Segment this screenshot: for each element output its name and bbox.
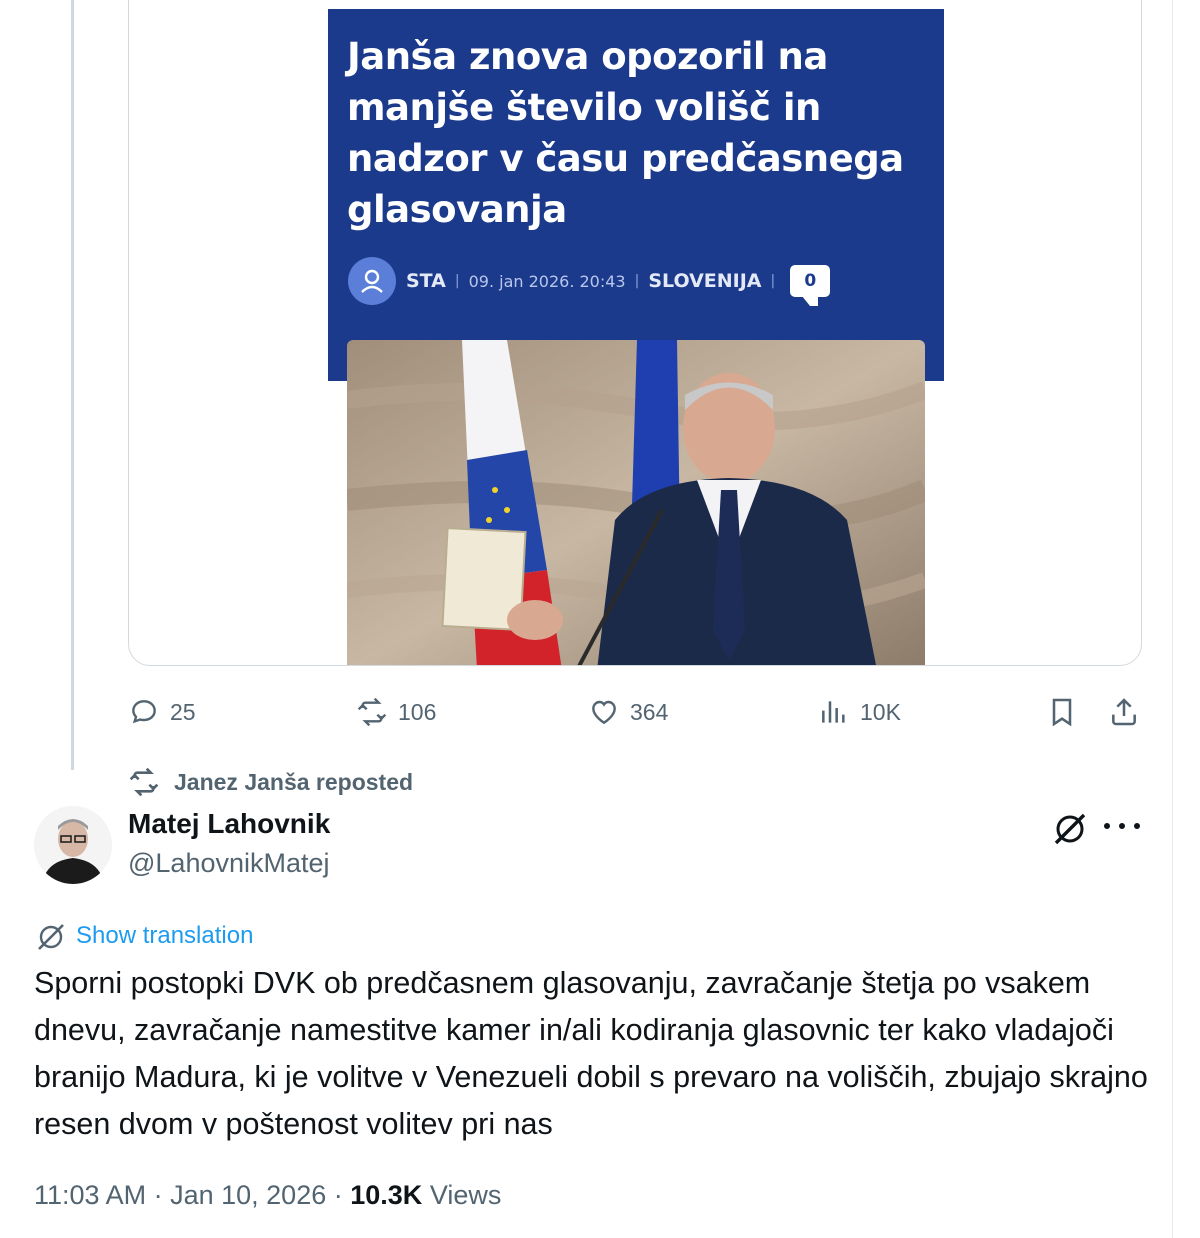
views-button[interactable]: 10K <box>818 690 901 734</box>
frame-border <box>1172 0 1173 1238</box>
repost-button[interactable]: 106 <box>356 690 436 734</box>
repost-icon <box>357 697 387 727</box>
show-translation-link[interactable]: Show translation <box>34 918 253 954</box>
reply-count: 25 <box>170 698 196 725</box>
article-section: SLOVENIJA <box>648 270 762 292</box>
like-count: 364 <box>630 698 669 725</box>
more-dot <box>1119 823 1125 829</box>
grok-icon[interactable] <box>1050 808 1090 848</box>
post-timestamp[interactable]: 11:03 AM · Jan 10, 2026 · 10.3K Views <box>34 1180 501 1211</box>
thread-line <box>71 0 74 770</box>
article-photo <box>347 340 925 665</box>
article-preview: Janša znova opozoril na manjše število v… <box>328 9 944 381</box>
article-meta: STA | 09. jan 2026. 20:43 | SLOVENIJA | … <box>348 257 831 306</box>
repost-count: 106 <box>398 698 437 725</box>
like-button[interactable]: 364 <box>588 690 668 734</box>
grok-icon <box>38 924 64 950</box>
repost-icon <box>129 767 159 797</box>
reply-icon <box>132 700 156 724</box>
dot-separator: · <box>153 1180 171 1210</box>
author-icon <box>348 257 396 305</box>
user-handle[interactable]: @LahovnikMatej <box>128 848 330 879</box>
post-time: 11:03 AM <box>34 1180 147 1210</box>
share-button[interactable] <box>1108 690 1150 734</box>
repost-indicator[interactable]: Janez Janša reposted <box>128 766 413 798</box>
share-icon <box>1112 698 1136 726</box>
article-source: STA <box>406 270 446 292</box>
reply-button[interactable]: 25 <box>128 690 196 734</box>
show-translation-label: Show translation <box>76 922 254 949</box>
media-card[interactable]: Janša znova opozoril na manjše število v… <box>128 0 1142 666</box>
views-label: Views <box>429 1180 502 1210</box>
post-text: Sporni postopki DVK ob predčasnem glasov… <box>34 966 1148 1141</box>
more-dot <box>1104 823 1110 829</box>
post-date: Jan 10, 2026 <box>170 1180 327 1210</box>
views-count: 10K <box>860 698 901 725</box>
dot-separator: · <box>333 1180 351 1210</box>
article-date: 09. jan 2026. 20:43 <box>468 271 626 291</box>
avatar[interactable] <box>34 806 112 884</box>
bookmark-icon <box>1052 698 1072 727</box>
post-actions: 25 106 364 10K <box>0 690 1200 734</box>
meta-divider: | <box>770 273 776 289</box>
heart-icon <box>592 700 616 725</box>
views-total: 10.3K <box>350 1180 423 1210</box>
repost-label: Janez Janša reposted <box>174 768 414 795</box>
bookmark-button[interactable] <box>1046 690 1088 734</box>
display-name[interactable]: Matej Lahovnik <box>128 808 330 840</box>
meta-divider: | <box>454 273 460 289</box>
comment-count: 0 <box>804 271 817 291</box>
more-dot <box>1134 823 1140 829</box>
more-icon[interactable] <box>1104 812 1140 840</box>
views-icon <box>822 701 845 723</box>
comment-count-icon: 0 <box>790 265 831 306</box>
meta-divider: | <box>634 273 640 289</box>
article-headline: Janša znova opozoril na manjše število v… <box>347 35 904 231</box>
